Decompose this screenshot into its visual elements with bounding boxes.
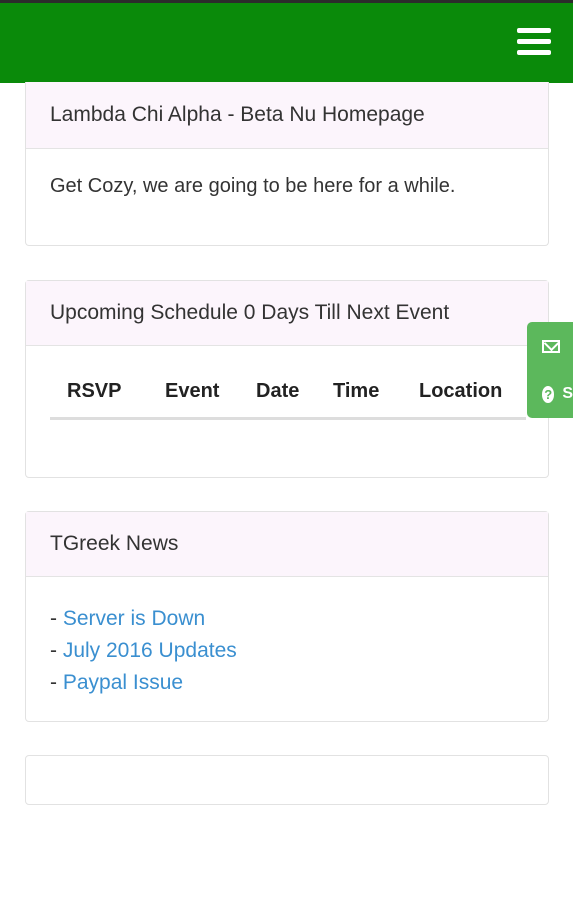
news-link-server-down[interactable]: Server is Down — [63, 607, 205, 630]
hamburger-bar — [517, 28, 551, 33]
contact-mail-button[interactable] — [527, 322, 573, 370]
homepage-panel: Lambda Chi Alpha - Beta Nu Homepage Get … — [25, 82, 549, 246]
hamburger-bar — [517, 50, 551, 55]
question-circle-icon: ? — [542, 385, 555, 403]
news-item-prefix: - — [50, 639, 63, 662]
column-header-event: Event — [165, 366, 256, 420]
schedule-header-row: RSVP Event Date Time Location — [50, 366, 526, 420]
news-item-prefix: - — [50, 671, 63, 694]
help-button-label: S — [562, 385, 573, 402]
schedule-table: RSVP Event Date Time Location — [50, 366, 526, 420]
column-header-date: Date — [256, 366, 333, 420]
news-link-paypal-issue[interactable]: Paypal Issue — [63, 671, 183, 694]
column-header-location: Location — [419, 366, 526, 420]
news-panel-title: TGreek News — [26, 512, 548, 577]
column-header-rsvp: RSVP — [50, 366, 165, 420]
hamburger-bar — [517, 39, 551, 44]
help-button[interactable]: ? S — [527, 370, 573, 418]
homepage-panel-title: Lambda Chi Alpha - Beta Nu Homepage — [26, 82, 548, 149]
news-item: - Paypal Issue — [50, 667, 524, 699]
news-list: - Server is Down - July 2016 Updates - P… — [50, 577, 524, 699]
news-item-prefix: - — [50, 607, 63, 630]
column-header-time: Time — [333, 366, 419, 420]
envelope-icon — [542, 339, 560, 353]
news-panel-body: - Server is Down - July 2016 Updates - P… — [26, 577, 548, 699]
news-panel: TGreek News - Server is Down - July 2016… — [25, 511, 549, 722]
news-item: - Server is Down — [50, 603, 524, 635]
schedule-panel-body: RSVP Event Date Time Location — [26, 366, 548, 420]
empty-panel — [25, 755, 549, 805]
hamburger-menu-icon[interactable] — [517, 28, 551, 56]
schedule-panel-title: Upcoming Schedule 0 Days Till Next Event — [26, 281, 548, 346]
homepage-panel-body: Get Cozy, we are going to be here for a … — [50, 175, 456, 197]
top-navbar — [0, 3, 573, 83]
side-feedback-widget: ? S — [527, 322, 573, 418]
schedule-panel: Upcoming Schedule 0 Days Till Next Event… — [25, 280, 549, 478]
news-item: - July 2016 Updates — [50, 635, 524, 667]
news-link-july-updates[interactable]: July 2016 Updates — [63, 639, 237, 662]
